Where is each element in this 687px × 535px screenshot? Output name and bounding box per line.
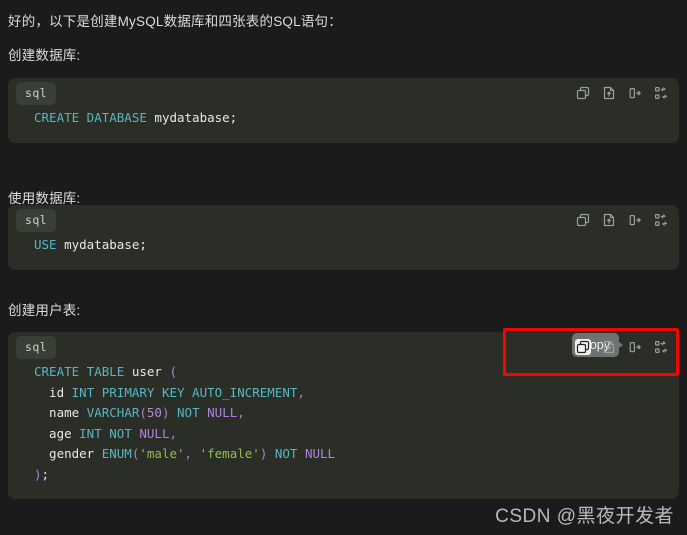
- insert-into-file-icon[interactable]: [601, 339, 617, 355]
- code-token: NOT: [274, 446, 298, 461]
- code-token: mydatabase;: [64, 237, 147, 252]
- code-line: CREATE TABLE user (: [8, 362, 679, 383]
- insert-into-file-icon[interactable]: [601, 212, 617, 228]
- language-badge: sql: [16, 336, 56, 359]
- chat-response-page: 好的，以下是创建MySQL数据库和四张表的SQL语句： 创建数据库: sql C…: [0, 0, 687, 535]
- code-block-header: sql Copy: [8, 332, 679, 362]
- insert-at-cursor-icon[interactable]: [627, 85, 643, 101]
- intro-paragraph: 好的，以下是创建MySQL数据库和四张表的SQL语句：: [8, 14, 342, 29]
- code-content: CREATE DATABASE mydatabase;: [8, 108, 679, 143]
- code-token: ENUM: [101, 446, 132, 461]
- code-token: NULL: [207, 405, 238, 420]
- code-line: gender ENUM('male', 'female') NOT NULL: [8, 444, 679, 465]
- code-token: VARCHAR: [86, 405, 140, 420]
- copy-icon[interactable]: [575, 85, 591, 101]
- code-token: NOT: [109, 425, 132, 441]
- section-heading-create-database: 创建数据库:: [8, 48, 81, 63]
- code-token: ,: [237, 405, 245, 420]
- code-token: CREATE DATABASE: [34, 110, 147, 125]
- code-token: (: [169, 364, 177, 379]
- watermark: CSDN @黑夜开发者: [495, 506, 674, 527]
- code-block-header: sql: [8, 78, 679, 108]
- code-line: );: [8, 465, 679, 486]
- code-token: 'male': [139, 446, 185, 461]
- code-toolbar: [575, 84, 669, 102]
- code-token: ,: [297, 384, 305, 400]
- code-token: INT: [79, 425, 102, 441]
- insert-into-file-icon[interactable]: [601, 85, 617, 101]
- code-line: age INT NOT NULL,: [8, 424, 679, 445]
- code-token: ;: [41, 466, 50, 482]
- code-token: id: [34, 384, 72, 400]
- copy-icon[interactable]: [575, 339, 591, 355]
- code-token: mydatabase;: [154, 110, 238, 125]
- code-token: ,: [184, 446, 200, 461]
- insert-at-cursor-icon[interactable]: [627, 212, 643, 228]
- code-block-create-database: sql CREATE DATABASE mydatabase;: [8, 78, 679, 143]
- code-token: USE: [34, 237, 57, 252]
- code-token: ): [161, 405, 170, 420]
- code-block-use-database: sql USE mydatabase;: [8, 205, 679, 270]
- code-token: gender: [34, 446, 102, 461]
- code-token: ,: [169, 425, 178, 441]
- code-token: NULL: [139, 425, 170, 441]
- code-token: 50: [146, 405, 162, 420]
- section-heading-create-user-table: 创建用户表:: [8, 303, 81, 318]
- diff-icon[interactable]: [653, 212, 669, 228]
- code-token: NULL: [304, 446, 336, 461]
- code-line: name VARCHAR(50) NOT NULL,: [8, 403, 679, 424]
- code-token: INT PRIMARY KEY AUTO_INCREMENT: [71, 384, 298, 400]
- code-line: id INT PRIMARY KEY AUTO_INCREMENT,: [8, 383, 679, 404]
- code-token: CREATE TABLE: [34, 364, 125, 379]
- code-toolbar: [575, 338, 669, 356]
- language-badge: sql: [16, 209, 56, 232]
- language-badge: sql: [16, 82, 56, 105]
- code-content: CREATE TABLE user ( id INT PRIMARY KEY A…: [8, 362, 679, 499]
- code-token: user: [124, 364, 170, 379]
- diff-icon[interactable]: [653, 85, 669, 101]
- code-content: USE mydatabase;: [8, 235, 679, 270]
- code-block-header: sql: [8, 205, 679, 235]
- code-token: (: [139, 405, 147, 420]
- code-token: NOT: [177, 405, 200, 420]
- code-token: name: [34, 405, 87, 420]
- code-block-create-user-table: sql Copy CREATE TABLE user (id INT PRIM…: [8, 332, 679, 499]
- copy-icon[interactable]: [575, 212, 591, 228]
- code-token: age: [34, 425, 80, 441]
- code-line: CREATE DATABASE mydatabase;: [8, 108, 679, 129]
- code-line: USE mydatabase;: [8, 235, 679, 256]
- code-token: ): [34, 466, 42, 482]
- insert-at-cursor-icon[interactable]: [627, 339, 643, 355]
- diff-icon[interactable]: [653, 339, 669, 355]
- code-token: 'female': [199, 446, 260, 461]
- code-toolbar: [575, 211, 669, 229]
